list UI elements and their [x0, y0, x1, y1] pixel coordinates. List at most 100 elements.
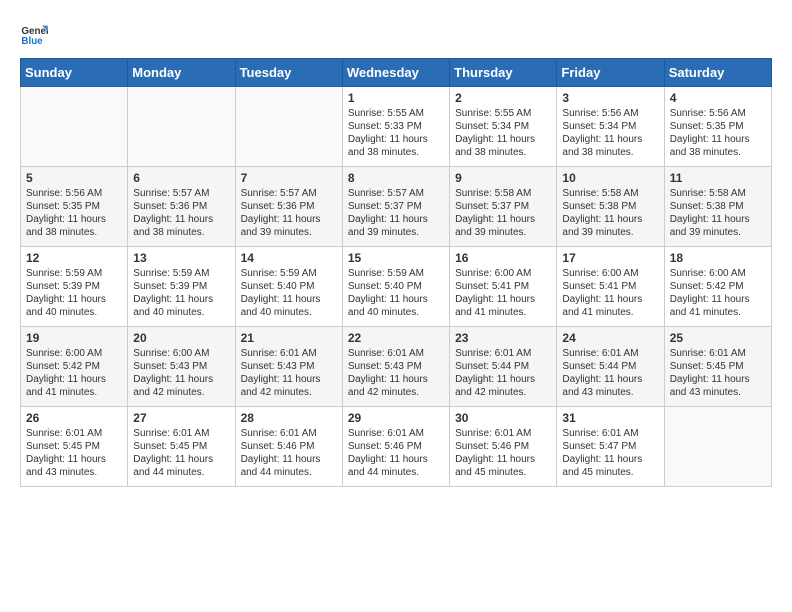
calendar-cell: 28Sunrise: 6:01 AMSunset: 5:46 PMDayligh… — [235, 407, 342, 487]
cell-text: and 40 minutes. — [26, 306, 122, 319]
cell-text: Sunset: 5:39 PM — [26, 280, 122, 293]
cell-text: Daylight: 11 hours — [562, 293, 658, 306]
cell-text: and 42 minutes. — [241, 386, 337, 399]
header-wednesday: Wednesday — [342, 59, 449, 87]
cell-text: Sunrise: 6:01 AM — [562, 347, 658, 360]
calendar-cell: 7Sunrise: 5:57 AMSunset: 5:36 PMDaylight… — [235, 167, 342, 247]
cell-text: Sunset: 5:37 PM — [455, 200, 551, 213]
cell-text: Sunrise: 6:00 AM — [562, 267, 658, 280]
cell-text: Sunset: 5:46 PM — [241, 440, 337, 453]
cell-text: Daylight: 11 hours — [26, 213, 122, 226]
cell-text: Sunrise: 6:00 AM — [26, 347, 122, 360]
cell-text: Sunset: 5:42 PM — [26, 360, 122, 373]
cell-text: Daylight: 11 hours — [562, 133, 658, 146]
day-number: 21 — [241, 331, 337, 345]
week-row-5: 26Sunrise: 6:01 AMSunset: 5:45 PMDayligh… — [21, 407, 772, 487]
cell-text: Daylight: 11 hours — [133, 453, 229, 466]
day-number: 19 — [26, 331, 122, 345]
calendar-cell — [128, 87, 235, 167]
cell-text: Sunrise: 5:56 AM — [670, 107, 766, 120]
cell-text: Daylight: 11 hours — [562, 373, 658, 386]
cell-text: and 42 minutes. — [455, 386, 551, 399]
cell-text: Daylight: 11 hours — [455, 213, 551, 226]
day-number: 9 — [455, 171, 551, 185]
day-number: 15 — [348, 251, 444, 265]
cell-text: Daylight: 11 hours — [670, 213, 766, 226]
day-number: 20 — [133, 331, 229, 345]
day-number: 29 — [348, 411, 444, 425]
cell-text: Sunrise: 5:55 AM — [348, 107, 444, 120]
cell-text: Sunset: 5:41 PM — [455, 280, 551, 293]
cell-text: Daylight: 11 hours — [455, 293, 551, 306]
cell-text: Sunrise: 6:01 AM — [670, 347, 766, 360]
cell-text: and 44 minutes. — [241, 466, 337, 479]
calendar-cell: 3Sunrise: 5:56 AMSunset: 5:34 PMDaylight… — [557, 87, 664, 167]
cell-text: and 38 minutes. — [133, 226, 229, 239]
day-number: 7 — [241, 171, 337, 185]
day-number: 28 — [241, 411, 337, 425]
cell-text: and 43 minutes. — [562, 386, 658, 399]
calendar-cell: 31Sunrise: 6:01 AMSunset: 5:47 PMDayligh… — [557, 407, 664, 487]
cell-text: Daylight: 11 hours — [26, 453, 122, 466]
calendar-cell: 14Sunrise: 5:59 AMSunset: 5:40 PMDayligh… — [235, 247, 342, 327]
day-number: 13 — [133, 251, 229, 265]
calendar-table: SundayMondayTuesdayWednesdayThursdayFrid… — [20, 58, 772, 487]
header-tuesday: Tuesday — [235, 59, 342, 87]
svg-text:Blue: Blue — [21, 36, 43, 47]
cell-text: Sunset: 5:33 PM — [348, 120, 444, 133]
day-number: 8 — [348, 171, 444, 185]
cell-text: Sunset: 5:35 PM — [26, 200, 122, 213]
cell-text: Sunrise: 5:57 AM — [348, 187, 444, 200]
cell-text: Sunset: 5:44 PM — [562, 360, 658, 373]
cell-text: Sunset: 5:46 PM — [455, 440, 551, 453]
cell-text: Sunrise: 6:01 AM — [348, 347, 444, 360]
cell-text: and 42 minutes. — [348, 386, 444, 399]
day-number: 11 — [670, 171, 766, 185]
cell-text: Sunset: 5:40 PM — [348, 280, 444, 293]
cell-text: Sunset: 5:43 PM — [241, 360, 337, 373]
calendar-cell: 25Sunrise: 6:01 AMSunset: 5:45 PMDayligh… — [664, 327, 771, 407]
logo: General Blue — [20, 20, 54, 48]
day-number: 26 — [26, 411, 122, 425]
cell-text: and 45 minutes. — [455, 466, 551, 479]
day-number: 14 — [241, 251, 337, 265]
cell-text: and 41 minutes. — [26, 386, 122, 399]
cell-text: Daylight: 11 hours — [241, 453, 337, 466]
cell-text: Daylight: 11 hours — [133, 293, 229, 306]
cell-text: Daylight: 11 hours — [26, 293, 122, 306]
cell-text: Daylight: 11 hours — [455, 373, 551, 386]
cell-text: Sunrise: 6:01 AM — [348, 427, 444, 440]
cell-text: and 38 minutes. — [562, 146, 658, 159]
week-row-2: 5Sunrise: 5:56 AMSunset: 5:35 PMDaylight… — [21, 167, 772, 247]
day-number: 6 — [133, 171, 229, 185]
cell-text: Daylight: 11 hours — [670, 133, 766, 146]
calendar-cell: 19Sunrise: 6:00 AMSunset: 5:42 PMDayligh… — [21, 327, 128, 407]
cell-text: and 39 minutes. — [348, 226, 444, 239]
cell-text: Sunrise: 5:59 AM — [26, 267, 122, 280]
cell-text: Sunrise: 6:01 AM — [133, 427, 229, 440]
cell-text: Sunset: 5:43 PM — [133, 360, 229, 373]
cell-text: Sunset: 5:44 PM — [455, 360, 551, 373]
cell-text: and 38 minutes. — [26, 226, 122, 239]
cell-text: and 44 minutes. — [133, 466, 229, 479]
cell-text: Daylight: 11 hours — [133, 373, 229, 386]
cell-text: Sunrise: 5:56 AM — [562, 107, 658, 120]
cell-text: Daylight: 11 hours — [670, 293, 766, 306]
day-number: 18 — [670, 251, 766, 265]
cell-text: Sunrise: 6:01 AM — [562, 427, 658, 440]
header-friday: Friday — [557, 59, 664, 87]
calendar-cell: 11Sunrise: 5:58 AMSunset: 5:38 PMDayligh… — [664, 167, 771, 247]
cell-text: Daylight: 11 hours — [562, 213, 658, 226]
cell-text: and 39 minutes. — [562, 226, 658, 239]
calendar-cell: 30Sunrise: 6:01 AMSunset: 5:46 PMDayligh… — [450, 407, 557, 487]
cell-text: Daylight: 11 hours — [241, 213, 337, 226]
cell-text: Daylight: 11 hours — [348, 373, 444, 386]
day-number: 4 — [670, 91, 766, 105]
calendar-cell: 6Sunrise: 5:57 AMSunset: 5:36 PMDaylight… — [128, 167, 235, 247]
calendar-cell: 4Sunrise: 5:56 AMSunset: 5:35 PMDaylight… — [664, 87, 771, 167]
cell-text: Sunrise: 6:01 AM — [26, 427, 122, 440]
day-number: 3 — [562, 91, 658, 105]
cell-text: Sunset: 5:36 PM — [133, 200, 229, 213]
cell-text: Sunset: 5:38 PM — [562, 200, 658, 213]
calendar-cell — [21, 87, 128, 167]
